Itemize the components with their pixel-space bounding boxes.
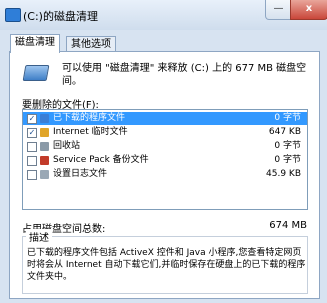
minimize-button[interactable]: —: [265, 0, 292, 20]
folder-icon: [40, 114, 49, 123]
recycle-bin-icon: [40, 142, 49, 151]
description-label: 描述: [26, 229, 52, 244]
item-size: 0 字节: [274, 113, 301, 123]
item-label: 设置日志文件: [53, 169, 108, 179]
drive-icon: [5, 8, 21, 22]
files-list[interactable]: ✓ 已下载的程序文件 0 字节 ✓ Internet 临时文件 647 KB 回…: [22, 109, 308, 210]
list-item[interactable]: ✓ 已下载的程序文件 0 字节: [23, 112, 307, 125]
checkbox[interactable]: ✓: [27, 128, 37, 138]
tab-disk-cleanup[interactable]: 磁盘清理: [10, 34, 60, 53]
backup-icon: [40, 156, 49, 165]
checkbox[interactable]: [27, 170, 37, 180]
disk-cleanup-window: (C:)的磁盘清理 — x 磁盘清理 其他选项 可以使用 "磁盘清理" 来释放 …: [0, 0, 327, 303]
document-icon: [40, 170, 49, 179]
list-item[interactable]: Service Pack 备份文件 0 字节: [23, 154, 307, 167]
item-size: 647 KB: [268, 127, 301, 137]
item-label: 回收站: [53, 141, 81, 151]
window-title: (C:)的磁盘清理: [23, 10, 98, 23]
description-group: 已下载的程序文件包括 ActiveX 控件和 Java 小程序,您查看特定网页时…: [22, 236, 308, 294]
tab-panel: 可以使用 "磁盘清理" 来释放 (C:) 上的 677 MB 磁盘空间。 要删除…: [9, 51, 320, 299]
item-size: 45.9 KB: [266, 169, 301, 179]
checkbox[interactable]: ✓: [27, 114, 37, 124]
close-button[interactable]: x: [290, 0, 327, 20]
lock-folder-icon: [40, 128, 49, 137]
header-text: 可以使用 "磁盘清理" 来释放 (C:) 上的 677 MB 磁盘空间。: [62, 63, 307, 87]
item-label: Service Pack 备份文件: [53, 155, 149, 165]
checkbox[interactable]: [27, 142, 37, 152]
disk-cleanup-icon: [22, 65, 50, 81]
item-size: 0 字节: [274, 155, 301, 165]
list-item[interactable]: ✓ Internet 临时文件 647 KB: [23, 126, 307, 139]
list-item[interactable]: 设置日志文件 45.9 KB: [23, 168, 307, 181]
checkbox[interactable]: [27, 156, 37, 166]
description-text: 已下载的程序文件包括 ActiveX 控件和 Java 小程序,您查看特定网页时…: [27, 248, 306, 282]
list-item[interactable]: 回收站 0 字节: [23, 140, 307, 153]
total-space-value: 674 MB: [269, 220, 307, 231]
title-bar: (C:)的磁盘清理 — x: [0, 0, 327, 30]
item-label: 已下载的程序文件: [53, 113, 126, 123]
item-size: 0 字节: [274, 141, 301, 151]
item-label: Internet 临时文件: [53, 127, 128, 137]
